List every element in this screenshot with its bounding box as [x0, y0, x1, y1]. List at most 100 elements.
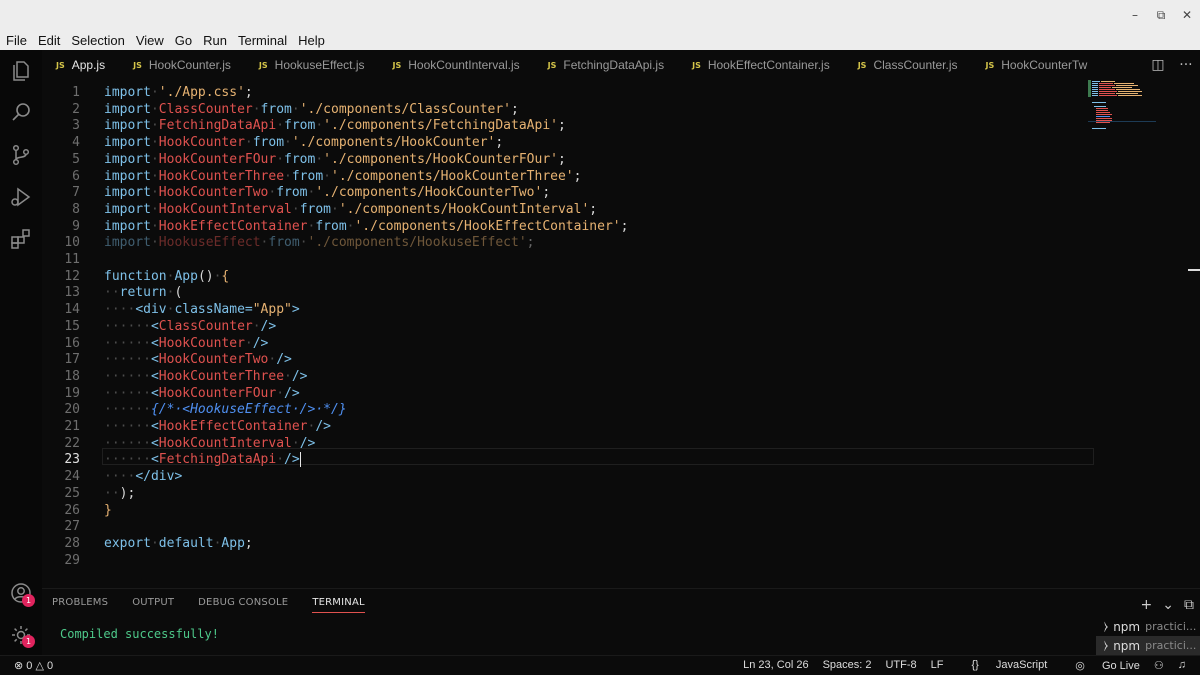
code-text: export·default·App;: [104, 535, 253, 551]
line-number: 23: [64, 452, 80, 468]
code-editor[interactable]: 1 import·'./App.css'; 2 import·ClassCounter…: [42, 80, 1200, 588]
code-line[interactable]: 12 function·App()·{: [42, 268, 1094, 285]
tab-fetchingdataapi-js[interactable]: JS FetchingDataApi.js: [534, 50, 678, 80]
code-text: ······<HookCounterThree·/>: [104, 368, 308, 384]
split-editor-icon[interactable]: ◫: [1151, 57, 1164, 73]
tab-label: App.js: [71, 58, 106, 72]
code-line[interactable]: 3 import·FetchingDataApi·from·'./componen…: [42, 117, 1094, 134]
terminal-icon: ⧽: [1104, 619, 1109, 633]
minimize-button[interactable]: –: [1122, 0, 1148, 30]
text-cursor: [299, 452, 301, 468]
code-line[interactable]: 9 import·HookEffectContainer·from·'./comp…: [42, 218, 1094, 235]
encoding[interactable]: UTF-8: [885, 659, 916, 672]
menu-run[interactable]: Run: [203, 33, 227, 48]
code-line[interactable]: 19 ······<HookCounterFOur·/>: [42, 385, 1094, 402]
feedback-icon[interactable]: ⚇: [1154, 659, 1164, 672]
terminal-output[interactable]: Compiled successfully!: [60, 627, 219, 641]
menu-help[interactable]: Help: [298, 33, 325, 48]
menu-edit[interactable]: Edit: [38, 33, 60, 48]
minimap[interactable]: [1088, 80, 1156, 140]
code-line[interactable]: 10 import·HookuseEffect·from·'./component…: [42, 234, 1094, 251]
code-line[interactable]: 25 ··);: [42, 485, 1094, 502]
run-debug-icon[interactable]: [8, 184, 34, 210]
notifications-bell-icon[interactable]: ♫: [1178, 659, 1186, 672]
tab-hookcountinterval-js[interactable]: JS HookCountInterval.js: [378, 50, 533, 80]
code-line[interactable]: 21 ······<HookEffectContainer·/>: [42, 418, 1094, 435]
panel-tabs: PROBLEMS OUTPUT DEBUG CONSOLE TERMINAL: [52, 597, 389, 613]
menu-go[interactable]: Go: [175, 33, 192, 48]
menu-terminal[interactable]: Terminal: [238, 33, 287, 48]
terminal-list-item[interactable]: ⧽ npm practici...: [1096, 636, 1200, 655]
js-file-icon: JS: [692, 60, 701, 70]
tab-hookcountertwo-js[interactable]: JS HookCounterTw: [972, 50, 1102, 80]
tab-hookuseeffect-js[interactable]: JS HookuseEffect.js: [245, 50, 379, 80]
code-line[interactable]: 17 ······<HookCounterTwo·/>: [42, 351, 1094, 368]
code-line[interactable]: 24 ····</div>: [42, 468, 1094, 485]
menu-selection[interactable]: Selection: [71, 33, 124, 48]
warning-count: 0: [47, 660, 54, 672]
code-line[interactable]: 23 ······<FetchingDataApi·/>: [42, 451, 1094, 468]
line-number: 6: [72, 168, 80, 184]
terminal-name: npm: [1113, 619, 1141, 634]
terminal-list: ⧽ npm practici... ⧽ npm practici...: [1096, 617, 1200, 655]
tab-label: FetchingDataApi.js: [563, 58, 665, 72]
code-line[interactable]: 6 import·HookCounterThree·from·'./compone…: [42, 168, 1094, 185]
code-line[interactable]: 15 ······<ClassCounter·/>: [42, 318, 1094, 335]
line-ending[interactable]: LF: [931, 659, 944, 672]
maximize-button[interactable]: ⧉: [1148, 0, 1174, 30]
code-text: ······<HookCounterTwo·/>: [104, 352, 292, 368]
code-line[interactable]: 26}: [42, 502, 1094, 519]
code-line[interactable]: 11: [42, 251, 1094, 268]
code-line[interactable]: 2 import·ClassCounter·from·'./components/…: [42, 101, 1094, 118]
code-line[interactable]: 22 ······<HookCountInterval·/>: [42, 435, 1094, 452]
extensions-icon[interactable]: [8, 226, 34, 252]
code-text: ······<ClassCounter·/>: [104, 318, 277, 334]
problems-status[interactable]: ⊗ 0 △ 0: [14, 659, 53, 672]
chevron-down-icon[interactable]: ⌄: [1162, 597, 1174, 613]
code-line[interactable]: 20 ······{/*·<HookuseEffect·/>·*/}: [42, 401, 1094, 418]
code-line[interactable]: 8 import·HookCountInterval·from·'./compon…: [42, 201, 1094, 218]
broadcast-icon: ◎: [1075, 660, 1085, 672]
tab-problems[interactable]: PROBLEMS: [52, 597, 108, 613]
code-line[interactable]: 4 import·HookCounter·from·'./components/H…: [42, 134, 1094, 151]
menu-view[interactable]: View: [136, 33, 164, 48]
code-line[interactable]: 28 export·default·App;: [42, 535, 1094, 552]
indentation[interactable]: Spaces: 2: [823, 659, 872, 672]
language-mode[interactable]: {} JavaScript: [958, 659, 1048, 672]
menu-file[interactable]: File: [6, 33, 27, 48]
close-button[interactable]: ✕: [1174, 0, 1200, 30]
code-line[interactable]: 7 import·HookCounterTwo·from·'./component…: [42, 184, 1094, 201]
code-text: import·FetchingDataApi·from·'./component…: [104, 118, 566, 134]
code-line[interactable]: 1 import·'./App.css';: [42, 84, 1094, 101]
new-terminal-button[interactable]: +: [1141, 597, 1153, 613]
line-number: 21: [64, 419, 80, 434]
tab-actions: ◫ ···: [1144, 50, 1200, 80]
search-icon[interactable]: [8, 100, 34, 126]
source-control-icon[interactable]: [8, 142, 34, 168]
terminal-list-item[interactable]: ⧽ npm practici...: [1096, 617, 1200, 636]
tab-classcounter-js[interactable]: JS ClassCounter.js: [844, 50, 972, 80]
code-line[interactable]: 29: [42, 552, 1094, 569]
tab-output[interactable]: OUTPUT: [132, 597, 174, 613]
code-line[interactable]: 16 ······<HookCounter·/>: [42, 335, 1094, 352]
code-line[interactable]: 14 ····<div·className="App">: [42, 301, 1094, 318]
code-line[interactable]: 13 ··return·(: [42, 284, 1094, 301]
code-line[interactable]: 18 ······<HookCounterThree·/>: [42, 368, 1094, 385]
tab-debug-console[interactable]: DEBUG CONSOLE: [198, 597, 288, 613]
cursor-position[interactable]: Ln 23, Col 26: [743, 659, 808, 672]
bottom-panel: PROBLEMS OUTPUT DEBUG CONSOLE TERMINAL +…: [42, 588, 1200, 655]
code-line[interactable]: 5 import·HookCounterFOur·from·'./componen…: [42, 151, 1094, 168]
tab-terminal[interactable]: TERMINAL: [312, 597, 365, 613]
code-text: ······<HookCounterFOur·/>: [104, 385, 300, 401]
tab-app-js[interactable]: JS App.js: [42, 50, 119, 80]
tab-hookcounter-js[interactable]: JS HookCounter.js: [119, 50, 245, 80]
split-terminal-icon[interactable]: ⧉: [1184, 597, 1194, 613]
tab-hookeffectcontainer-js[interactable]: JS HookEffectContainer.js: [678, 50, 844, 80]
code-line[interactable]: 27: [42, 518, 1094, 535]
line-number: 4: [72, 135, 80, 151]
more-actions-icon[interactable]: ···: [1179, 57, 1192, 73]
code-text: ····</div>: [104, 469, 183, 485]
code-text: ··);: [104, 485, 136, 501]
go-live-button[interactable]: ◎ Go Live: [1061, 659, 1140, 672]
explorer-icon[interactable]: [8, 58, 34, 84]
